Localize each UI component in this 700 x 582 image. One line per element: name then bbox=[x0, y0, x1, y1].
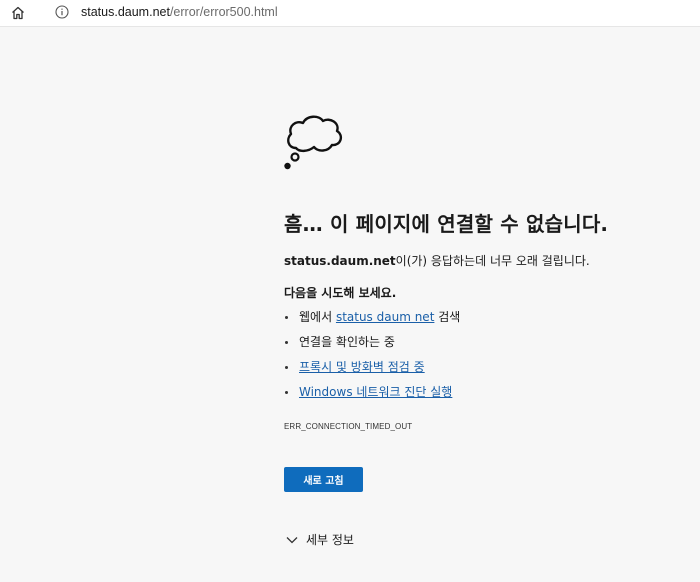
search-web-link[interactable]: status daum net bbox=[336, 310, 434, 324]
error-code: ERR_CONNECTION_TIMED_OUT bbox=[284, 422, 413, 431]
info-icon bbox=[55, 5, 69, 19]
list-item: 웹에서 status daum net 검색 bbox=[284, 310, 460, 335]
details-label: 세부 정보 bbox=[306, 533, 354, 547]
list-item: 프록시 및 방화벽 점검 중 bbox=[284, 360, 460, 385]
site-info-button[interactable] bbox=[55, 5, 69, 19]
address-bar: status.daum.net/error/error500.html bbox=[0, 0, 700, 27]
url-domain: status.daum.net bbox=[81, 5, 170, 19]
list-item: Windows 네트워크 진단 실행 bbox=[284, 385, 460, 410]
suggestion-text: 검색 bbox=[434, 310, 461, 324]
home-button[interactable] bbox=[8, 3, 28, 23]
chevron-down-icon bbox=[286, 536, 298, 543]
home-icon bbox=[12, 6, 24, 20]
suggestion-text: 연결을 확인하는 중 bbox=[299, 335, 395, 349]
thought-cloud-icon bbox=[284, 115, 343, 170]
url-field[interactable]: status.daum.net/error/error500.html bbox=[81, 5, 278, 19]
network-diagnostics-link[interactable]: Windows 네트워크 진단 실행 bbox=[299, 385, 452, 399]
try-heading: 다음을 시도해 보세요. bbox=[284, 286, 397, 300]
proxy-firewall-link[interactable]: 프록시 및 방화벽 점검 중 bbox=[299, 360, 425, 374]
url-path: /error/error500.html bbox=[169, 5, 278, 19]
error-description-text: 이(가) 응답하는데 너무 오래 걸립니다. bbox=[395, 254, 590, 268]
details-toggle[interactable]: 세부 정보 bbox=[286, 531, 354, 548]
reload-button[interactable]: 새로 고침 bbox=[284, 467, 363, 492]
suggestion-list: 웹에서 status daum net 검색 연결을 확인하는 중 프록시 및 … bbox=[284, 310, 460, 410]
error-description: status.daum.net이(가) 응답하는데 너무 오래 걸립니다. bbox=[284, 252, 590, 269]
suggestion-text: 웹에서 bbox=[299, 310, 336, 324]
list-item: 연결을 확인하는 중 bbox=[284, 335, 460, 360]
error-title: 흠… 이 페이지에 연결할 수 없습니다. bbox=[284, 212, 609, 236]
error-host: status.daum.net bbox=[284, 254, 396, 268]
